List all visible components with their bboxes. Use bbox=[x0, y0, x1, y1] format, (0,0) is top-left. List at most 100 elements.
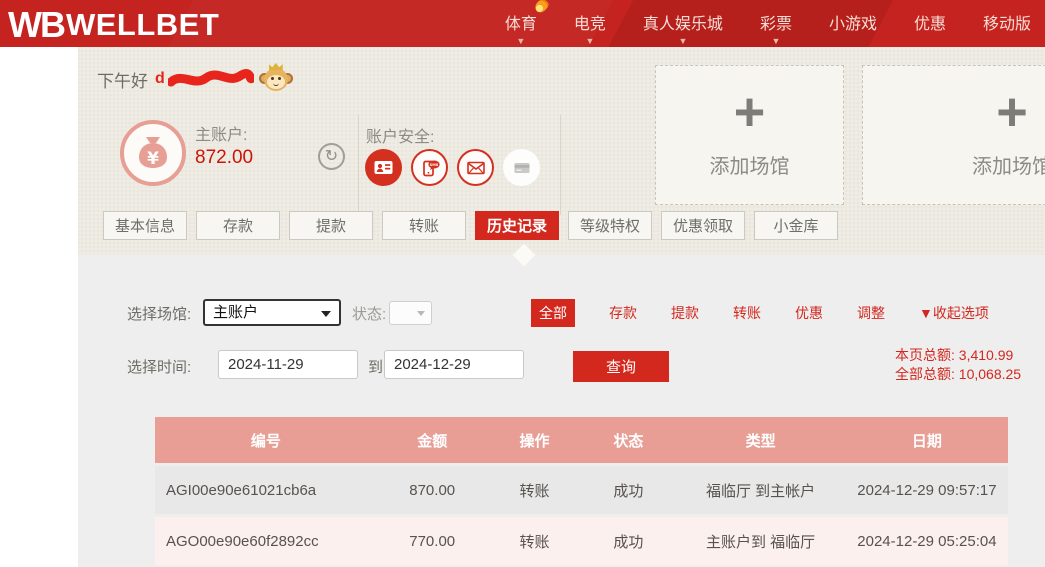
status-select[interactable] bbox=[389, 301, 432, 325]
tab-claim-promotions[interactable]: 优惠领取 bbox=[661, 211, 745, 240]
date-to-input[interactable] bbox=[384, 350, 524, 379]
add-venue-label: 添加场馆 bbox=[972, 150, 1045, 179]
nav-label: 真人娱乐城 bbox=[643, 16, 723, 33]
tab-withdraw[interactable]: 提款 bbox=[289, 211, 373, 240]
totals: 本页总额: 3,410.99 全部总额: 10,068.25 bbox=[895, 346, 1021, 384]
table-header-row: 编号 金额 操作 状态 类型 日期 bbox=[155, 417, 1008, 463]
page-total: 本页总额: 3,410.99 bbox=[895, 346, 1021, 365]
cell-amount: 770.00 bbox=[377, 517, 488, 565]
nav-item-promotions[interactable]: 优惠 bbox=[914, 10, 946, 38]
type-filter-withdraw[interactable]: 提款 bbox=[671, 303, 699, 323]
phone-sms-icon[interactable]: SMS bbox=[411, 149, 448, 186]
wellbet-account-page: WB WELLBET 体育 ▼ 电竞 ▼ 真人娱乐城 ▼ 彩票 ▼ 小游戏 bbox=[0, 0, 1045, 567]
nav-item-live-casino[interactable]: 真人娱乐城 ▼ bbox=[643, 10, 723, 38]
nav-label: 优惠 bbox=[914, 16, 946, 33]
divider bbox=[358, 115, 359, 215]
type-filter-transfer[interactable]: 转账 bbox=[733, 303, 761, 323]
main-nav: 体育 ▼ 电竞 ▼ 真人娱乐城 ▼ 彩票 ▼ 小游戏 优惠 bbox=[505, 0, 1031, 47]
tab-history[interactable]: 历史记录 bbox=[475, 211, 559, 240]
nav-item-lottery[interactable]: 彩票 ▼ bbox=[760, 10, 792, 38]
grand-total: 全部总额: 10,068.25 bbox=[895, 365, 1021, 384]
header-id: 编号 bbox=[155, 417, 377, 463]
chevron-down-icon: ▼ bbox=[516, 36, 525, 46]
venue-filter-label: 选择场馆: bbox=[127, 303, 191, 324]
status-filter-label: 状态: bbox=[352, 303, 386, 324]
security-icons: SMS bbox=[365, 149, 540, 186]
tab-vip-privileges[interactable]: 等级特权 bbox=[568, 211, 652, 240]
crown-icon bbox=[269, 63, 283, 70]
greeting-text: 下午好 bbox=[97, 67, 148, 92]
main-account-label: 主账户: bbox=[195, 121, 247, 145]
cell-operation: 转账 bbox=[488, 466, 582, 514]
cell-date: 2024-12-29 05:25:04 bbox=[846, 517, 1008, 565]
logo-text: WELLBET bbox=[66, 7, 219, 43]
header-status: 状态 bbox=[581, 417, 675, 463]
cell-operation: 转账 bbox=[488, 517, 582, 565]
svg-text:¥: ¥ bbox=[147, 149, 159, 169]
id-card-icon[interactable] bbox=[365, 149, 402, 186]
tab-deposit[interactable]: 存款 bbox=[196, 211, 280, 240]
nav-item-esports[interactable]: 电竞 ▼ bbox=[574, 10, 606, 38]
nav-item-sports[interactable]: 体育 ▼ bbox=[505, 10, 537, 38]
add-venue-card[interactable]: + 添加场馆 bbox=[655, 65, 844, 205]
history-section: 选择场馆: 主账户 状态: 全部 存款 提款 转账 优惠 调整 ▼收起选项 选择… bbox=[78, 255, 1045, 567]
chevron-down-icon bbox=[417, 311, 425, 316]
refresh-balance-icon[interactable]: ↻ bbox=[318, 143, 345, 170]
divider bbox=[560, 115, 561, 215]
table-row[interactable]: AGO00e90e60f2892cc 770.00 转账 成功 主账户到 福临厅… bbox=[155, 517, 1008, 565]
add-venue-card[interactable]: + 添加场馆 bbox=[862, 65, 1045, 205]
cell-id: AGI00e90e61021cb6a bbox=[155, 466, 377, 514]
header-type: 类型 bbox=[675, 417, 846, 463]
svg-text:SMS: SMS bbox=[429, 163, 438, 167]
username-prefix: d bbox=[155, 70, 165, 88]
header-operation: 操作 bbox=[488, 417, 582, 463]
cell-status: 成功 bbox=[581, 466, 675, 514]
collapse-options-link[interactable]: ▼收起选项 bbox=[919, 303, 989, 323]
nav-label: 体育 bbox=[505, 16, 537, 33]
nav-item-mobile-version[interactable]: 移动版 bbox=[983, 10, 1031, 38]
chevron-down-icon bbox=[321, 311, 331, 317]
monkey-avatar bbox=[261, 65, 291, 93]
transaction-type-filters: 全部 存款 提款 转账 优惠 调整 ▼收起选项 bbox=[531, 299, 989, 327]
table-row[interactable]: AGI00e90e61021cb6a 870.00 转账 成功 福临厅 到主帐户… bbox=[155, 466, 1008, 514]
nav-label: 彩票 bbox=[760, 16, 792, 33]
chevron-down-icon: ▼ bbox=[771, 36, 780, 46]
bank-card-icon[interactable] bbox=[503, 149, 540, 186]
tab-vault[interactable]: 小金库 bbox=[754, 211, 838, 240]
cell-amount: 870.00 bbox=[377, 466, 488, 514]
mail-icon[interactable] bbox=[457, 149, 494, 186]
type-filter-all[interactable]: 全部 bbox=[531, 299, 575, 327]
account-security-label: 账户安全: bbox=[366, 123, 434, 147]
nav-item-mini-games[interactable]: 小游戏 bbox=[829, 10, 877, 38]
redacted-username-scribble bbox=[168, 69, 254, 89]
type-filter-promo[interactable]: 优惠 bbox=[795, 303, 823, 323]
type-filter-deposit[interactable]: 存款 bbox=[609, 303, 637, 323]
wellbet-logo[interactable]: WB WELLBET bbox=[8, 4, 219, 46]
chevron-down-icon: ▼ bbox=[585, 36, 594, 46]
venue-select[interactable]: 主账户 bbox=[203, 299, 341, 326]
top-navigation-bar: WB WELLBET 体育 ▼ 电竞 ▼ 真人娱乐城 ▼ 彩票 ▼ 小游戏 bbox=[0, 0, 1045, 47]
account-panel: 下午好 d ¥ 主账户: 872.00 ↻ 账户安全: bbox=[78, 47, 1045, 255]
cell-status: 成功 bbox=[581, 517, 675, 565]
header-amount: 金额 bbox=[377, 417, 488, 463]
header-date: 日期 bbox=[846, 417, 1008, 463]
account-balance: 872.00 bbox=[195, 147, 253, 169]
tab-basic-info[interactable]: 基本信息 bbox=[103, 211, 187, 240]
plus-icon: + bbox=[734, 92, 766, 132]
greeting: 下午好 d bbox=[97, 65, 291, 93]
nav-label: 电竞 bbox=[574, 16, 606, 33]
date-from-input[interactable] bbox=[218, 350, 358, 379]
cell-type: 主账户到 福临厅 bbox=[675, 517, 846, 565]
cell-id: AGO00e90e60f2892cc bbox=[155, 517, 377, 565]
type-filter-adjustment[interactable]: 调整 bbox=[857, 303, 885, 323]
plus-icon: + bbox=[996, 92, 1028, 132]
chevron-down-icon: ▼ bbox=[678, 36, 687, 46]
fire-icon bbox=[533, 0, 550, 14]
venue-select-value: 主账户 bbox=[213, 304, 258, 321]
nav-label: 移动版 bbox=[983, 16, 1031, 33]
search-button[interactable]: 查询 bbox=[573, 351, 669, 382]
tab-transfer[interactable]: 转账 bbox=[382, 211, 466, 240]
add-venue-label: 添加场馆 bbox=[710, 150, 790, 179]
nav-label: 小游戏 bbox=[829, 16, 877, 33]
money-bag-icon: ¥ bbox=[120, 120, 186, 186]
